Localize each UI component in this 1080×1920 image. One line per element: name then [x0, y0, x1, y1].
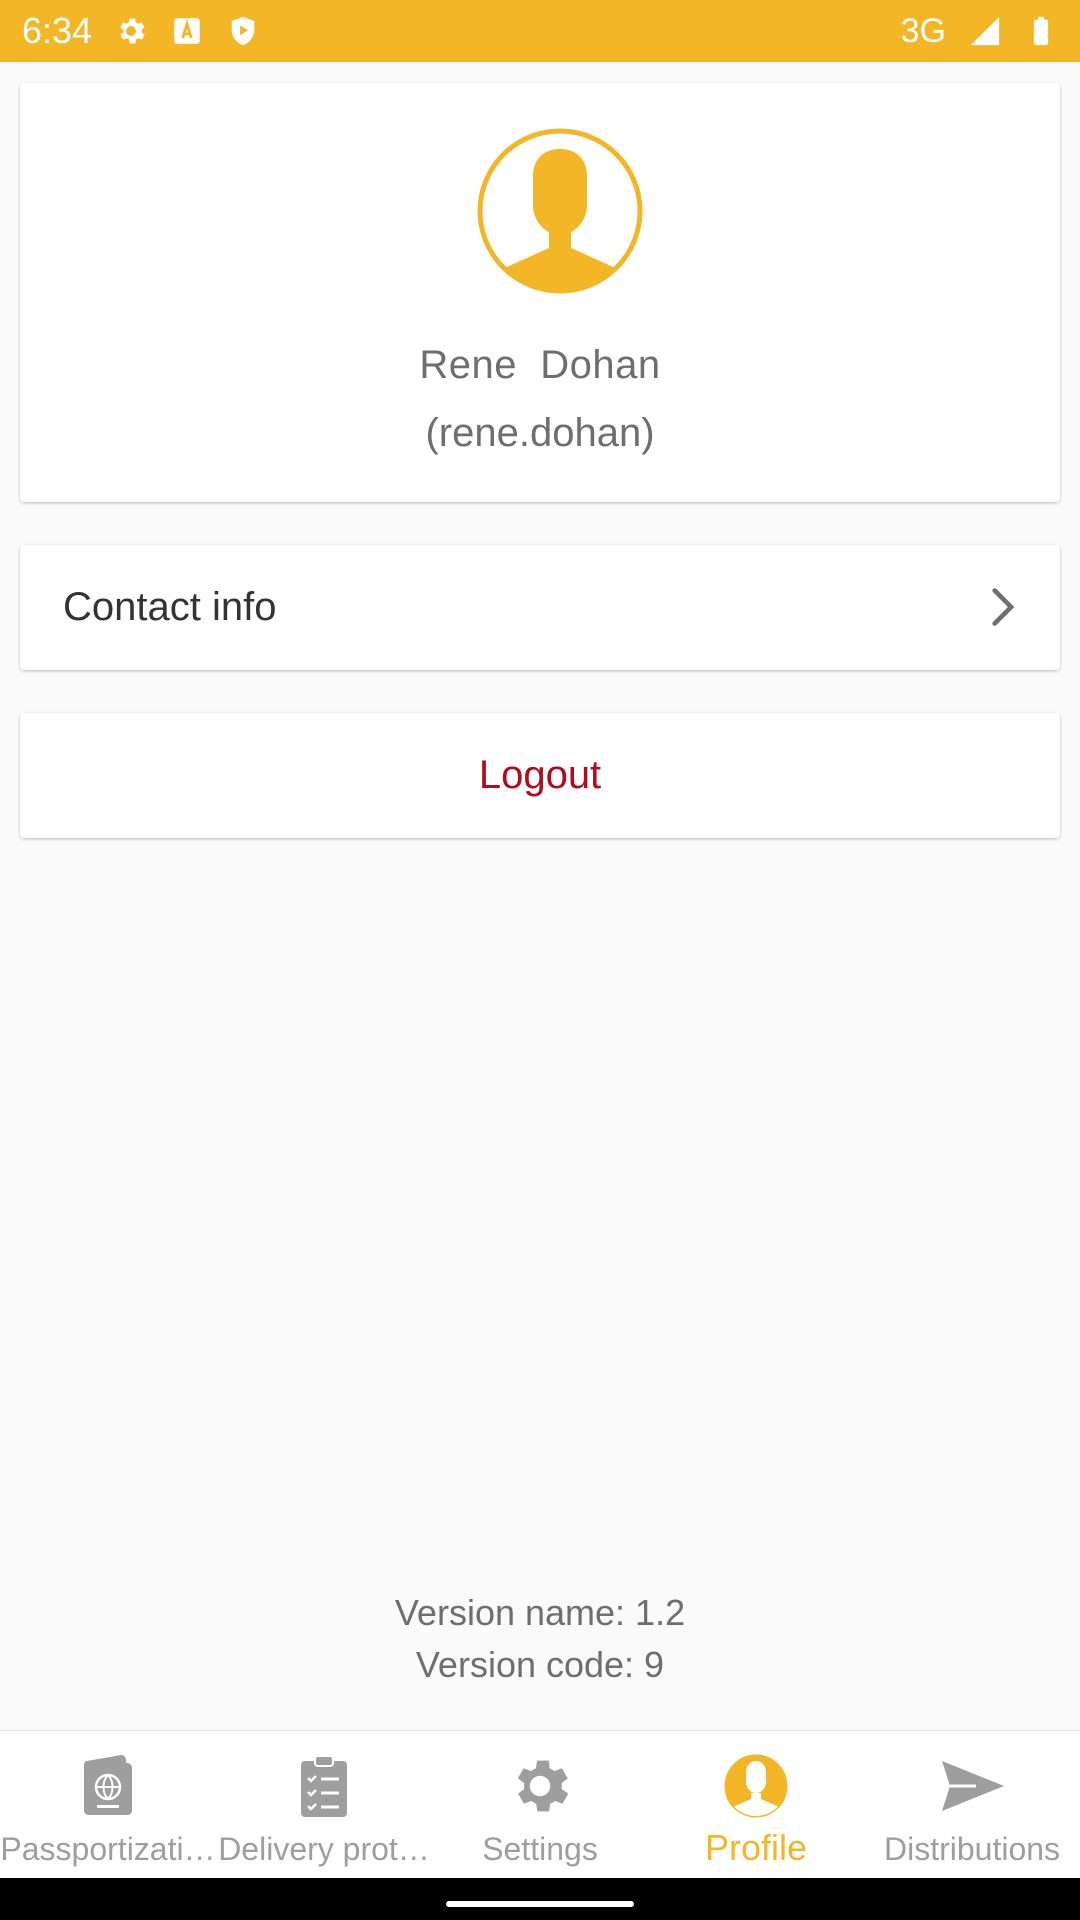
- nav-item-passportization[interactable]: Passportizati…: [0, 1731, 216, 1879]
- status-bar: 6:34 3G: [0, 0, 1080, 62]
- status-left: 6:34: [22, 10, 260, 52]
- user-login: (rene.dohan): [425, 411, 655, 455]
- contact-info-label: Contact info: [63, 585, 277, 629]
- nav-label-profile: Profile: [704, 1827, 808, 1868]
- status-right: 3G: [901, 12, 1058, 51]
- nav-label-distributions: Distributions: [883, 1831, 1061, 1867]
- send-icon: [942, 1761, 1004, 1811]
- nav-label-delivery-protocols: Delivery prot…: [218, 1831, 430, 1867]
- home-gesture-handle[interactable]: [446, 1901, 634, 1907]
- shield-play-icon: [231, 16, 255, 46]
- person-icon: [724, 1754, 788, 1818]
- logout-button[interactable]: Logout: [20, 713, 1060, 838]
- system-navigation-bar: [0, 1878, 1080, 1920]
- profile-card: Rene Dohan (rene.dohan): [20, 83, 1060, 502]
- nav-item-delivery-protocols[interactable]: Delivery prot…: [216, 1731, 432, 1879]
- nav-item-settings[interactable]: Settings: [432, 1731, 648, 1879]
- passport-icon: [84, 1755, 132, 1815]
- battery-icon: [1033, 16, 1049, 46]
- text-a-icon: [174, 18, 200, 44]
- gear-icon: [517, 1760, 569, 1812]
- signal-icon: [970, 16, 1000, 46]
- version-code: Version code: 9: [415, 1644, 665, 1685]
- version-name: Version name: 1.2: [394, 1592, 686, 1633]
- bottom-navigation: Passportizati… Delivery prot… Settings P…: [0, 1730, 1080, 1878]
- nav-item-profile[interactable]: Profile: [648, 1731, 864, 1879]
- chevron-right-icon: [992, 588, 1015, 626]
- contact-info-button[interactable]: Contact info: [20, 545, 1060, 670]
- user-full-name: Rene Dohan: [419, 343, 661, 387]
- settings-icon: [120, 18, 145, 44]
- clipboard-checklist-icon: [301, 1755, 347, 1817]
- nav-item-distributions[interactable]: Distributions: [864, 1731, 1080, 1879]
- logout-label: Logout: [478, 753, 602, 797]
- nav-label-passportization: Passportizati…: [0, 1831, 216, 1867]
- nav-label-settings: Settings: [482, 1831, 598, 1867]
- status-time: 6:34: [22, 10, 93, 51]
- network-type: 3G: [900, 11, 946, 50]
- avatar-icon: [477, 128, 643, 294]
